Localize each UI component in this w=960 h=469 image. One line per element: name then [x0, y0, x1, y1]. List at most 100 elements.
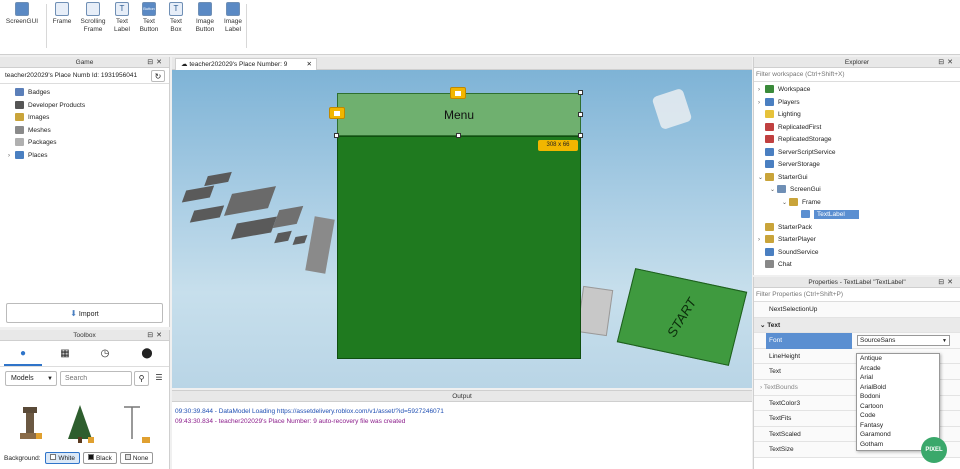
view-cube[interactable]: [651, 87, 693, 131]
font-select[interactable]: SourceSans ▼: [857, 335, 950, 347]
ribbon-text-label-button[interactable]: T Text Label: [110, 2, 134, 50]
explorer-item-starterplayer[interactable]: › StarterPlayer: [758, 234, 960, 247]
chevron-right-icon[interactable]: ›: [758, 234, 765, 247]
background-bar: Background: White Black None: [0, 451, 170, 467]
category-select[interactable]: Models ▼: [5, 371, 57, 386]
start-pad[interactable]: START: [616, 268, 748, 366]
explorer-item-label: Lighting: [778, 111, 801, 118]
game-item-label: Badges: [28, 89, 51, 96]
import-button[interactable]: ⬇ Import: [6, 303, 163, 323]
resize-handle-top[interactable]: [450, 87, 466, 99]
explorer-tree: › Workspace › Players Lighting ReplicatedFirs…: [754, 82, 960, 272]
properties-header: Properties - TextLabel "TextLabel" ⊟✕: [754, 277, 960, 288]
ribbon-image-label-button[interactable]: Image Label: [220, 2, 246, 50]
ribbon-image-button-button[interactable]: Image Button: [192, 2, 218, 50]
font-option-arial[interactable]: Arial: [857, 373, 939, 383]
panel-controls[interactable]: ⊟✕: [938, 277, 956, 288]
explorer-item-textlabel[interactable]: TextLabel: [758, 209, 960, 222]
game-item[interactable]: Badges: [8, 87, 169, 100]
font-option-cartoon[interactable]: Cartoon: [857, 402, 939, 412]
toolbox-tabs: ● ▦ ◷ ⬤: [0, 341, 169, 367]
tab-marketplace[interactable]: ●: [4, 344, 42, 366]
ribbon-label: Scrolling: [80, 18, 106, 25]
ribbon-label: Image: [223, 18, 243, 25]
explorer-filter-input[interactable]: [754, 68, 960, 82]
toolbox-search-input[interactable]: [60, 371, 132, 386]
font-option-arcade[interactable]: Arcade: [857, 364, 939, 374]
replicatedstorage-icon: [765, 135, 774, 144]
properties-filter-input[interactable]: [754, 288, 960, 302]
tab-recent[interactable]: ◷: [86, 344, 124, 366]
explorer-item-workspace[interactable]: › Workspace: [758, 84, 960, 97]
explorer-item-lighting[interactable]: Lighting: [758, 109, 960, 122]
tab-creations[interactable]: ⬤: [128, 344, 166, 366]
resize-handle-left[interactable]: [329, 107, 345, 119]
ribbon-scrolling-frame-button[interactable]: Scrolling Frame: [76, 2, 110, 50]
3d-viewport[interactable]: UI ◉ ⛶ START Menu 308 x 66: [172, 70, 752, 388]
refresh-icon[interactable]: ↻: [151, 70, 165, 82]
explorer-item-label: ServerStorage: [778, 161, 820, 168]
menu-text-label[interactable]: Menu: [337, 93, 581, 136]
close-icon[interactable]: ✕: [307, 59, 312, 70]
bg-option-white[interactable]: White: [45, 452, 80, 464]
explorer-item-screengui[interactable]: ⌄ ScreenGui: [758, 184, 960, 197]
model-thumb-pole[interactable]: [120, 403, 154, 445]
explorer-item-starterpack[interactable]: StarterPack: [758, 222, 960, 235]
property-row-font[interactable]: Font SourceSans ▼: [754, 333, 960, 349]
chevron-down-icon[interactable]: ⌄: [782, 197, 789, 210]
explorer-item-serverstorage[interactable]: ServerStorage: [758, 159, 960, 172]
panel-controls[interactable]: ⊟✕: [147, 330, 165, 341]
game-tree: Badges Developer Products Images Meshes Pack…: [0, 84, 169, 162]
property-row-text[interactable]: ⌄ Text: [754, 317, 960, 334]
explorer-item-frame[interactable]: ⌄ Frame: [758, 197, 960, 210]
font-option-arialbold[interactable]: ArialBold: [857, 383, 939, 393]
model-thumb-tower[interactable]: [14, 403, 44, 445]
chevron-down-icon: ▼: [942, 338, 947, 345]
text-box-icon: T: [169, 2, 183, 16]
game-item[interactable]: Packages: [8, 137, 169, 150]
game-item[interactable]: › Places: [8, 150, 169, 163]
property-row-nextselectionup[interactable]: NextSelectionUp: [754, 302, 960, 318]
font-option-antique[interactable]: Antique: [857, 354, 939, 364]
explorer-item-replicatedstorage[interactable]: ReplicatedStorage: [758, 134, 960, 147]
game-item[interactable]: Meshes: [8, 125, 169, 138]
caret-icon: ›: [8, 152, 10, 159]
tower-thumbnail: [20, 407, 42, 439]
ribbon-frame-button[interactable]: Frame: [50, 2, 74, 50]
search-icon[interactable]: ⚲: [134, 371, 149, 386]
panel-controls[interactable]: ⊟✕: [938, 57, 956, 68]
chevron-right-icon[interactable]: ›: [758, 84, 765, 97]
bg-option-black[interactable]: Black: [82, 452, 117, 464]
game-item[interactable]: Images: [8, 112, 169, 125]
explorer-item-chat[interactable]: Chat: [758, 259, 960, 272]
game-place-line: teacher202029's Place Numb Id: 193195604…: [5, 72, 138, 79]
font-option-bodoni[interactable]: Bodoni: [857, 392, 939, 402]
explorer-item-soundservice[interactable]: SoundService: [758, 247, 960, 260]
toolbox-search-row: Models ▼ ⚲ ☰: [0, 367, 169, 389]
chevron-right-icon[interactable]: ›: [758, 97, 765, 110]
output-log: 09:30:39.844 - DataModel Loading https:/…: [172, 402, 752, 427]
chevron-down-icon[interactable]: ⌄: [770, 184, 777, 197]
explorer-item-replicatedfirst[interactable]: ReplicatedFirst: [758, 122, 960, 135]
ribbon-text-button-button[interactable]: Button Text Button: [136, 2, 162, 50]
font-dropdown-list[interactable]: Antique Arcade Arial ArialBold Bodoni Cartoon…: [856, 353, 940, 451]
explorer-item-startergui[interactable]: ⌄ StarterGui: [758, 172, 960, 185]
toolbox-header: Toolbox ⊟✕: [0, 330, 169, 341]
chevron-down-icon[interactable]: ⌄: [758, 172, 765, 185]
gui-frame[interactable]: [337, 136, 581, 359]
explorer-item-serverscriptservice[interactable]: ServerScriptService: [758, 147, 960, 160]
panel-controls[interactable]: ⊟✕: [147, 57, 165, 68]
tab-place[interactable]: ☁ teacher202029's Place Number: 9 ✕: [175, 58, 317, 70]
bg-option-none[interactable]: None: [119, 452, 154, 464]
model-thumb-tree[interactable]: [64, 403, 96, 445]
ribbon-screengui-button[interactable]: ScreenGUI: [2, 2, 42, 50]
ribbon-text-box-button[interactable]: T Text Box: [164, 2, 188, 50]
tab-inventory[interactable]: ▦: [46, 344, 84, 366]
filter-icon[interactable]: ☰: [152, 371, 166, 386]
workspace-icon: [765, 85, 774, 94]
explorer-item-players[interactable]: › Players: [758, 97, 960, 110]
font-option-fantasy[interactable]: Fantasy: [857, 421, 939, 431]
font-option-code[interactable]: Code: [857, 411, 939, 421]
explorer-item-label: TextLabel: [814, 210, 859, 219]
game-item[interactable]: Developer Products: [8, 100, 169, 113]
